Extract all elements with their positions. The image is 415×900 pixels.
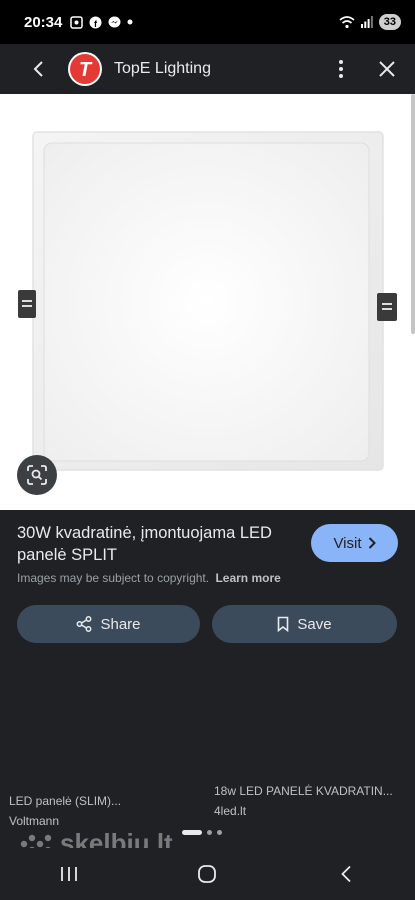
- related-item[interactable]: LED panelė (SLIM)... Voltmann: [9, 794, 199, 828]
- result-title[interactable]: 30W kvadratinė, įmontuojama LED panelė S…: [17, 522, 297, 566]
- system-icons: 33: [339, 14, 401, 30]
- status-bar: 20:34 f 33: [0, 0, 415, 44]
- facebook-icon: f: [89, 16, 102, 29]
- related-source: Voltmann: [9, 814, 60, 828]
- related-item[interactable]: 18w LED PANELĖ KVADRATIN... 4led.lt: [214, 784, 404, 818]
- visit-button[interactable]: Visit: [311, 524, 398, 562]
- chevron-right-icon: [368, 537, 376, 549]
- page-indicator: [182, 830, 222, 835]
- share-button[interactable]: Share: [17, 605, 200, 643]
- page-dot-active: [182, 830, 202, 835]
- copyright-text: Images may be subject to copyright.: [17, 571, 210, 585]
- product-image[interactable]: [0, 94, 415, 510]
- led-panel-illustration: [0, 94, 415, 510]
- screenshot-icon: [70, 15, 84, 29]
- battery-indicator: 33: [378, 14, 401, 30]
- recent-apps-button[interactable]: [39, 854, 99, 894]
- related-title: LED panelė (SLIM)...: [9, 794, 122, 808]
- close-button[interactable]: [361, 44, 413, 94]
- dot-icon: [127, 19, 133, 25]
- logo-letter: T: [79, 59, 93, 81]
- save-label: Save: [297, 615, 332, 633]
- notification-icons: f: [70, 15, 133, 29]
- recent-apps-icon: [61, 867, 78, 881]
- copyright-notice: Images may be subject to copyright. Lear…: [17, 571, 281, 585]
- home-icon: [198, 865, 217, 883]
- messenger-icon: [108, 16, 121, 29]
- scrollbar[interactable]: [411, 94, 415, 334]
- top-bar: T TopE Lighting: [0, 44, 415, 94]
- more-vert-icon: [339, 60, 343, 78]
- related-source: 4led.lt: [214, 804, 247, 818]
- site-logo: T: [68, 52, 102, 86]
- page-dot: [207, 830, 212, 835]
- close-icon: [379, 61, 395, 77]
- share-label: Share: [100, 615, 141, 633]
- lens-search-button[interactable]: [17, 455, 57, 495]
- related-title: 18w LED PANELĖ KVADRATIN...: [214, 784, 393, 798]
- wifi-icon: [339, 15, 355, 29]
- visit-label: Visit: [333, 534, 362, 552]
- learn-more-link[interactable]: Learn more: [215, 571, 280, 585]
- system-navigation-bar: [0, 848, 415, 900]
- chevron-left-icon: [33, 61, 43, 77]
- share-icon: [77, 616, 92, 632]
- site-name: TopE Lighting: [114, 60, 211, 77]
- signal-icon: [360, 16, 373, 28]
- more-options-button[interactable]: [321, 44, 361, 94]
- home-button[interactable]: [177, 854, 237, 894]
- bookmark-icon: [278, 616, 289, 632]
- save-button[interactable]: Save: [212, 605, 397, 643]
- lens-icon: [27, 465, 47, 485]
- back-arrow-icon: [341, 865, 351, 883]
- back-button[interactable]: [12, 44, 64, 94]
- system-back-button[interactable]: [316, 854, 376, 894]
- page-dot: [217, 830, 222, 835]
- status-time: 20:34: [24, 13, 63, 31]
